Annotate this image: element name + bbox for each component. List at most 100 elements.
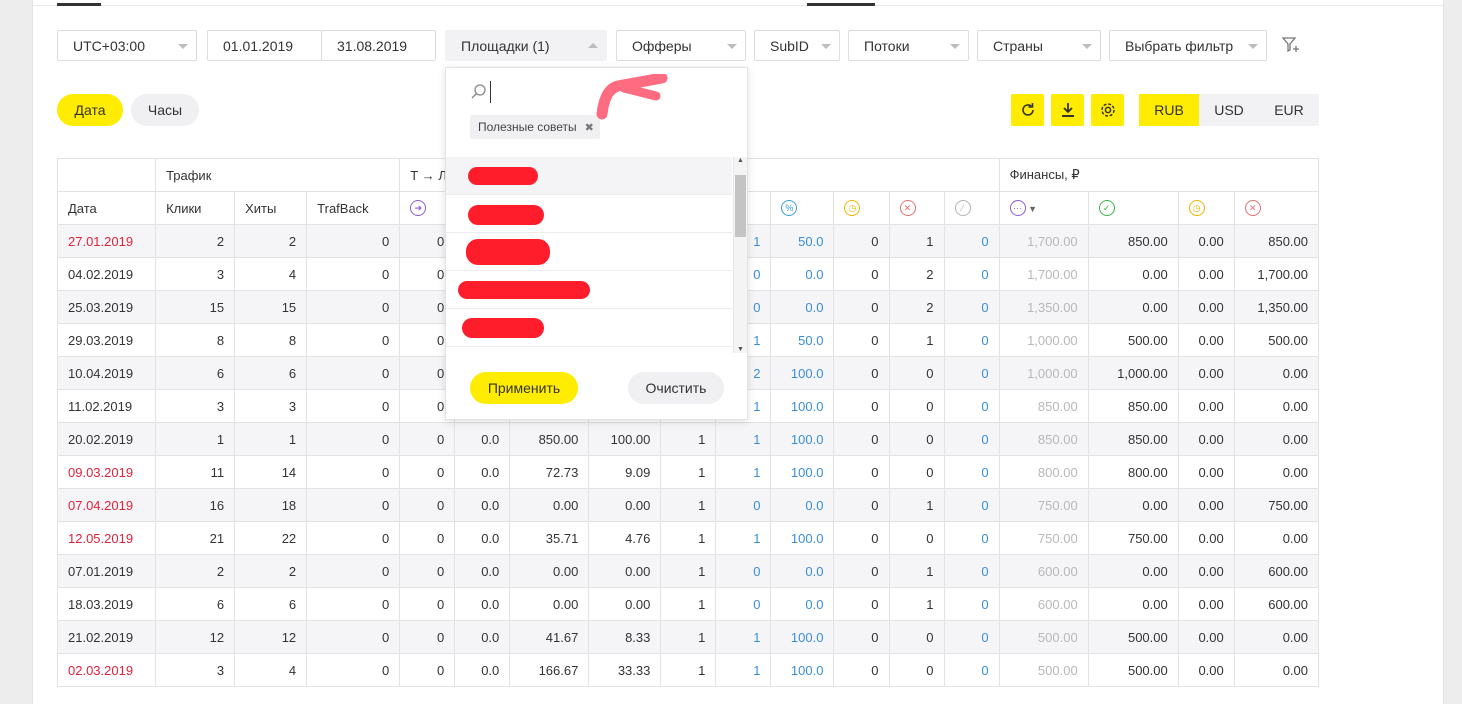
table-cell: 0 bbox=[399, 521, 456, 555]
countries-filter[interactable]: Страны bbox=[977, 30, 1101, 61]
cell-date: 25.03.2019 bbox=[56, 290, 157, 324]
date-from-input[interactable]: 01.01.2019 bbox=[207, 30, 322, 61]
table-cell: 0 bbox=[306, 323, 401, 357]
table-cell: 0 bbox=[943, 455, 1000, 489]
table-cell: 2 bbox=[155, 224, 236, 258]
table-cell: 1 bbox=[888, 224, 945, 258]
cell-date: 04.02.2019 bbox=[56, 257, 157, 291]
table-cell: 0.0 bbox=[454, 455, 511, 489]
add-filter-icon[interactable] bbox=[1281, 35, 1301, 55]
col-clicks[interactable]: Клики bbox=[155, 191, 236, 225]
table-cell: 0 bbox=[399, 653, 456, 687]
chevron-down-icon bbox=[821, 44, 831, 49]
more-icon: ··· bbox=[1009, 200, 1026, 217]
table-cell: 16 bbox=[155, 488, 236, 522]
scroll-up-icon[interactable]: ▲ bbox=[737, 157, 744, 164]
table-cell: 1 bbox=[715, 620, 772, 654]
table-cell: 6 bbox=[234, 587, 308, 621]
dropdown-option[interactable] bbox=[446, 271, 732, 309]
table-cell: 0.00 bbox=[588, 587, 662, 621]
table-cell: 0.0 bbox=[454, 653, 511, 687]
dropdown-scrollbar[interactable]: ▲ ▼ bbox=[733, 157, 747, 353]
col-cancelled[interactable]: ✕ bbox=[1233, 191, 1320, 225]
table-cell: 100.00 bbox=[588, 422, 662, 456]
sites-filter[interactable]: Площадки (1) bbox=[445, 30, 607, 61]
dropdown-option[interactable] bbox=[446, 233, 732, 271]
group-by-date-button[interactable]: Дата bbox=[57, 94, 123, 126]
currency-eur-button[interactable]: EUR bbox=[1259, 94, 1319, 126]
table-cell: 1,000.00 bbox=[1087, 356, 1179, 390]
table-cell: 100.0 bbox=[770, 356, 835, 390]
table-cell: 0 bbox=[888, 356, 945, 390]
refresh-button[interactable] bbox=[1011, 94, 1044, 126]
table-cell: 600.00 bbox=[998, 587, 1089, 621]
scrollbar-thumb[interactable] bbox=[735, 175, 746, 237]
subid-filter[interactable]: SubID bbox=[754, 30, 840, 61]
col-trash[interactable]: ⁄ bbox=[943, 191, 1000, 225]
col-total[interactable]: ··· ▼ bbox=[998, 191, 1089, 225]
table-cell: 0.00 bbox=[1177, 356, 1235, 390]
col-hold[interactable]: ◷ bbox=[1177, 191, 1235, 225]
choose-filter-select[interactable]: Выбрать фильтр bbox=[1109, 30, 1267, 61]
table-cell: 3 bbox=[234, 389, 308, 423]
table-cell: 1 bbox=[888, 554, 945, 588]
scroll-down-icon[interactable]: ▼ bbox=[737, 346, 744, 353]
arrow-right-icon: ➜ bbox=[410, 200, 427, 217]
table-cell: 2 bbox=[234, 554, 308, 588]
date-to-input[interactable]: 31.08.2019 bbox=[321, 30, 436, 61]
group-by-hours-button[interactable]: Часы bbox=[131, 94, 199, 126]
table-cell: 0 bbox=[833, 422, 890, 456]
table-cell: 0.0 bbox=[770, 257, 835, 291]
selected-tag: Полезные советы ✖ bbox=[470, 115, 600, 139]
timezone-value: UTC+03:00 bbox=[73, 37, 145, 54]
dropdown-option[interactable] bbox=[446, 195, 732, 233]
table-cell: 0 bbox=[399, 455, 456, 489]
table-cell: 0 bbox=[833, 620, 890, 654]
gear-icon bbox=[1100, 103, 1115, 117]
table-cell: 3 bbox=[155, 653, 236, 687]
col-approved[interactable]: ✓ bbox=[1087, 191, 1179, 225]
table-cell: 0.00 bbox=[1177, 323, 1235, 357]
flows-filter[interactable]: Потоки bbox=[848, 30, 969, 61]
offers-filter-label: Офферы bbox=[632, 37, 692, 54]
table-cell: 0 bbox=[943, 653, 1000, 687]
timezone-select[interactable]: UTC+03:00 bbox=[57, 30, 197, 61]
cell-date: 11.02.2019 bbox=[56, 389, 157, 423]
settings-button[interactable] bbox=[1091, 94, 1124, 126]
table-cell: 0 bbox=[833, 356, 890, 390]
block-icon: ⁄ bbox=[954, 200, 971, 217]
currency-rub-button[interactable]: RUB bbox=[1139, 94, 1199, 126]
col-date[interactable]: Дата bbox=[56, 191, 157, 225]
apply-button[interactable]: Применить bbox=[470, 372, 578, 404]
remove-tag-icon[interactable]: ✖ bbox=[585, 121, 594, 134]
cell-date: 18.03.2019 bbox=[56, 587, 157, 621]
col-hits[interactable]: Хиты bbox=[234, 191, 308, 225]
dropdown-option[interactable] bbox=[446, 309, 732, 347]
table-cell: 0.00 bbox=[1177, 587, 1235, 621]
clear-button[interactable]: Очистить bbox=[628, 372, 724, 404]
col-trafback[interactable]: TrafBack bbox=[306, 191, 401, 225]
clock-icon: ◷ bbox=[844, 200, 861, 217]
table-cell: 0.00 bbox=[1177, 488, 1235, 522]
table-cell: 600.00 bbox=[1233, 554, 1320, 588]
top-tabs bbox=[33, 0, 1443, 6]
table-cell: 1 bbox=[660, 587, 717, 621]
cell-date: 07.01.2019 bbox=[56, 554, 157, 588]
col-rejected[interactable]: ✕ bbox=[888, 191, 945, 225]
dropdown-option[interactable] bbox=[446, 157, 732, 195]
table-cell: 0.00 bbox=[588, 488, 662, 522]
col-percent[interactable]: % bbox=[770, 191, 835, 225]
table-cell: 100.0 bbox=[770, 653, 835, 687]
table-row: 21.02.2019 12 12 0 0 0.0 41.67 8.33 1 1 100.0 0 0 0 50… bbox=[56, 620, 1320, 654]
download-button[interactable] bbox=[1051, 94, 1084, 126]
table-cell: 0 bbox=[306, 554, 401, 588]
currency-usd-button[interactable]: USD bbox=[1199, 94, 1259, 126]
table-cell: 1 bbox=[660, 521, 717, 555]
table-cell: 750.00 bbox=[998, 521, 1089, 555]
table-cell: 0 bbox=[833, 389, 890, 423]
table-cell: 0.00 bbox=[1177, 389, 1235, 423]
table-cell: 8 bbox=[155, 323, 236, 357]
close-circle-icon: ✕ bbox=[1244, 200, 1261, 217]
offers-filter[interactable]: Офферы bbox=[616, 30, 746, 61]
col-pending[interactable]: ◷ bbox=[833, 191, 890, 225]
